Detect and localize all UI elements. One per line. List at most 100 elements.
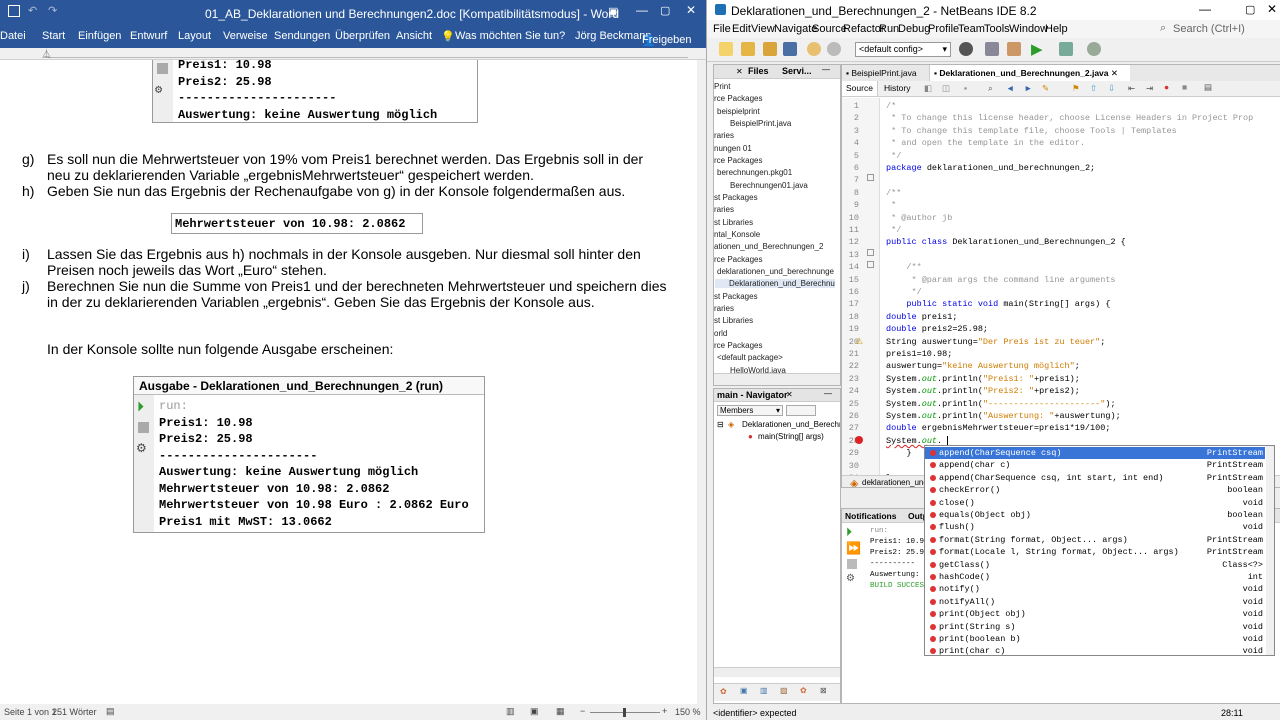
code-line[interactable]: * To change this template file, choose T…	[886, 126, 1177, 136]
tab-sendungen[interactable]: Sendungen	[274, 30, 330, 42]
tree-item[interactable]: beispielprint	[717, 107, 760, 116]
save-icon[interactable]	[8, 5, 20, 17]
back-icon[interactable]: ◫	[942, 83, 950, 94]
print-layout-icon[interactable]: ▣	[530, 706, 539, 717]
tree-item[interactable]: st Libraries	[714, 218, 753, 227]
code-line[interactable]: System.out.println("Preis1: "+preis1);	[886, 374, 1080, 384]
tree-item[interactable]: rce Packages	[714, 341, 762, 350]
code-line[interactable]: System.out.println("Preis2: "+preis2);	[886, 386, 1080, 396]
run-icon[interactable]: ▶	[1031, 40, 1043, 58]
zoom-in-icon[interactable]: +	[662, 706, 667, 716]
menu-debug[interactable]: Debug	[898, 23, 930, 35]
maximize-icon[interactable]: ▢	[660, 4, 670, 17]
find-next-icon[interactable]: ►	[1024, 83, 1032, 93]
code-line[interactable]: */	[886, 225, 901, 235]
tree-item[interactable]: <default package>	[717, 353, 783, 362]
lightbulb-icon[interactable]: 💡	[441, 30, 455, 43]
code-line[interactable]: public class Deklarationen_und_Berechnun…	[886, 237, 1126, 247]
zoom-thumb[interactable]	[623, 708, 626, 717]
tab-files[interactable]: Files	[748, 66, 769, 76]
tree-item-selected[interactable]: Deklarationen_und_Berechnu	[715, 279, 835, 288]
indent-marker-icon[interactable]: ⏅	[42, 47, 51, 60]
menu-help[interactable]: Help	[1045, 23, 1068, 35]
tree-item[interactable]: rce Packages	[714, 94, 762, 103]
menu-run[interactable]: Run	[879, 23, 899, 35]
menu-navigate[interactable]: Navigate	[774, 23, 817, 35]
code-line[interactable]: * To change this license header, choose …	[886, 113, 1253, 123]
minimize-panel-icon[interactable]: —	[824, 389, 832, 398]
tree-item[interactable]: raries	[714, 205, 734, 214]
read-mode-icon[interactable]: ▥	[506, 706, 515, 717]
completion-item[interactable]: format(Locale l, String format, Object..…	[925, 546, 1265, 558]
undo-icon[interactable]: ↶	[28, 4, 37, 17]
code-line[interactable]: String auswertung="Der Preis ist zu teue…	[886, 337, 1105, 347]
code-line[interactable]: /*	[886, 101, 896, 111]
filter-select[interactable]	[786, 405, 816, 416]
tab-deklarationen[interactable]: ▪ Deklarationen_und_Berechnungen_2.java …	[930, 65, 1130, 81]
prev-bookmark-icon[interactable]: ⇧	[1090, 83, 1097, 94]
completion-item[interactable]: getClass() Class<?>	[925, 559, 1265, 571]
redo-icon[interactable]	[827, 42, 841, 56]
menu-edit[interactable]: Edit	[732, 23, 751, 35]
tree-item[interactable]: raries	[714, 131, 734, 140]
profile-icon[interactable]	[1087, 42, 1101, 56]
completion-item[interactable]: checkError() boolean	[925, 484, 1265, 496]
tab-layout[interactable]: Layout	[178, 30, 211, 42]
completion-item[interactable]: print(char c) void	[925, 645, 1265, 657]
last-edit-icon[interactable]: ◧	[924, 83, 932, 94]
code-line[interactable]: /**	[886, 262, 921, 272]
menu-window[interactable]: Window	[1009, 23, 1048, 35]
completion-item[interactable]: close() void	[925, 497, 1265, 509]
minimize-icon[interactable]: —	[636, 3, 648, 17]
close-tab-icon[interactable]: ✕	[736, 67, 743, 76]
save-all-icon[interactable]	[783, 42, 797, 56]
completion-item[interactable]: format(String format, Object... args) Pri…	[925, 534, 1265, 546]
code-line[interactable]: */	[886, 151, 901, 161]
document-page[interactable]: ⚙ Preis1: 10.98 Preis2: 25.98 ----------…	[0, 60, 697, 704]
stop-macro-icon[interactable]: ■	[1182, 82, 1187, 92]
nav-method[interactable]: main(String[] args)	[758, 432, 824, 441]
word-scrollbar[interactable]	[697, 60, 706, 704]
horizontal-scrollbar[interactable]	[714, 667, 840, 677]
code-line[interactable]: public static void main(String[] args) {	[886, 299, 1110, 309]
code-line[interactable]: double preis2=25.98;	[886, 324, 988, 334]
code-line[interactable]: *	[886, 200, 896, 210]
comment-icon[interactable]: ▤	[1204, 82, 1212, 93]
completion-item[interactable]: print(Object obj) void	[925, 608, 1265, 620]
completion-item[interactable]: append(CharSequence csq, int start, int …	[925, 472, 1265, 484]
ribbon-options-icon[interactable]: ▣	[608, 5, 618, 18]
find-icon[interactable]: ⌕	[988, 83, 993, 94]
menu-source[interactable]: Source	[812, 23, 847, 35]
minimize-icon[interactable]: —	[1199, 2, 1211, 16]
horizontal-scrollbar[interactable]	[714, 373, 840, 385]
filter-inherited-icon[interactable]: ▨	[780, 686, 788, 695]
forward-icon[interactable]: ▪	[964, 83, 967, 93]
highlight-icon[interactable]: ✎	[1042, 83, 1049, 94]
nav-settings-icon[interactable]: ⊠	[820, 686, 827, 695]
close-icon[interactable]: ✕	[686, 3, 696, 17]
tree-item[interactable]: ationen_und_Berechnungen_2	[714, 242, 823, 251]
build-icon[interactable]	[985, 42, 999, 56]
tree-item-java[interactable]: Berechnungen01.java	[730, 181, 808, 190]
sort-icon[interactable]: ✿	[800, 686, 807, 695]
code-line[interactable]: double ergebnisMehrwertsteuer=preis1*19/…	[886, 423, 1110, 433]
menu-team[interactable]: Team	[958, 23, 985, 35]
tree-item[interactable]: rce Packages	[714, 255, 762, 264]
completion-item[interactable]: print(boolean b) void	[925, 633, 1265, 645]
globe-icon[interactable]	[959, 42, 973, 56]
code-line[interactable]: }	[886, 448, 911, 458]
tree-item[interactable]: berechnungen.pkg01	[717, 168, 792, 177]
code-area[interactable]: /* * To change this license header, choo…	[842, 99, 1280, 487]
rerun-with-params-icon[interactable]: ⏩	[846, 541, 861, 555]
tree-item[interactable]: st Libraries	[714, 316, 753, 325]
tell-me-input[interactable]: Was möchten Sie tun?	[455, 30, 565, 42]
zoom-out-icon[interactable]: −	[580, 706, 585, 716]
history-tab[interactable]: History	[884, 83, 910, 93]
nav-class[interactable]: Deklarationen_und_Berechn	[742, 420, 840, 429]
maximize-icon[interactable]: ▢	[1245, 3, 1255, 16]
menu-view[interactable]: View	[751, 23, 775, 35]
toggle-bookmark-icon[interactable]: ⚑	[1072, 83, 1080, 94]
tab-ansicht[interactable]: Ansicht	[396, 30, 432, 42]
tree-item[interactable]: raries	[714, 304, 734, 313]
filter-fields-icon[interactable]: ✿	[720, 687, 727, 696]
